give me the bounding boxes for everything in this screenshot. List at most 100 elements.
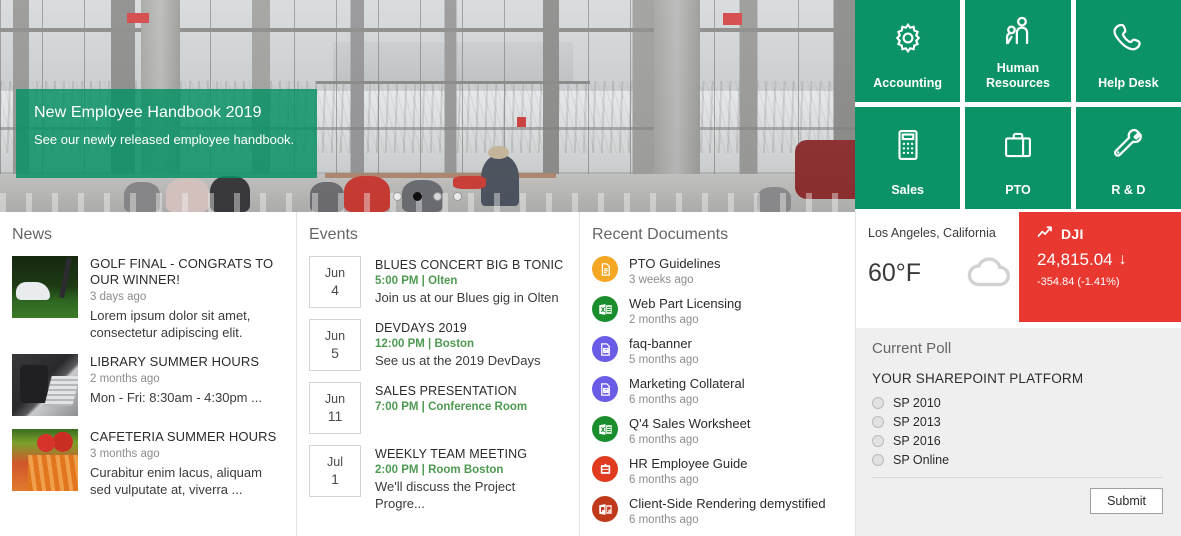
poll-option-label: SP Online	[893, 453, 950, 467]
event-month: Jul	[327, 454, 343, 469]
tile-r-and-d[interactable]: R & D	[1075, 107, 1181, 209]
carousel-dot[interactable]	[453, 192, 462, 201]
radio-button[interactable]	[872, 435, 884, 447]
poll-options: SP 2010 SP 2013 SP 2016 SP Online	[872, 396, 1163, 467]
document-item[interactable]: Web Part Licensing 2 months ago	[592, 296, 841, 328]
quick-links-tiles: Accounting Human Resources Help Desk Sal…	[855, 0, 1181, 212]
stock-symbol: DJI	[1061, 226, 1084, 242]
poll-option-sp-2016[interactable]: SP 2016	[872, 434, 1163, 448]
zip-icon	[592, 456, 618, 482]
poll-webpart: Current Poll YOUR SHAREPOINT PLATFORM SP…	[856, 328, 1181, 536]
carousel-dot-active[interactable]	[413, 192, 422, 201]
news-item[interactable]: GOLF FINAL - CONGRATS TO OUR WINNER! 3 d…	[12, 256, 282, 341]
radio-button[interactable]	[872, 397, 884, 409]
poll-option-label: SP 2013	[893, 415, 941, 429]
right-rail: Los Angeles, California 60°F DJI 24,815.…	[855, 212, 1181, 536]
weather-stock-row: Los Angeles, California 60°F DJI 24,815.…	[856, 212, 1181, 322]
tile-human-resources[interactable]: Human Resources	[965, 0, 1071, 102]
event-item[interactable]: Jun 11 SALES PRESENTATION 7:00 PM | Conf…	[309, 382, 565, 434]
carousel-dot[interactable]	[433, 192, 442, 201]
event-title[interactable]: BLUES CONCERT BIG B TONIC	[375, 257, 565, 273]
hero-subtitle: See our newly released employee handbook…	[34, 132, 295, 147]
news-item[interactable]: LIBRARY SUMMER HOURS 2 months ago Mon - …	[12, 354, 282, 416]
event-title[interactable]: SALES PRESENTATION	[375, 383, 565, 399]
poll-option-sp-online[interactable]: SP Online	[872, 453, 1163, 467]
tile-label: PTO	[1005, 183, 1031, 197]
document-item[interactable]: faq-banner 5 months ago	[592, 336, 841, 368]
poll-title: Current Poll	[872, 340, 952, 357]
events-webpart: Events Jun 4 BLUES CONCERT BIG B TONIC 5…	[296, 212, 579, 536]
wrench-icon	[1076, 107, 1181, 183]
document-title[interactable]: Marketing Collateral	[629, 376, 745, 392]
tile-pto[interactable]: PTO	[965, 107, 1071, 209]
event-item[interactable]: Jun 5 DEVDAYS 2019 12:00 PM | Boston See…	[309, 319, 565, 371]
cloud-icon	[963, 252, 1015, 295]
event-description: We'll discuss the Project Progre...	[375, 479, 516, 511]
document-title[interactable]: PTO Guidelines	[629, 256, 721, 272]
news-item-date: 3 days ago	[90, 291, 147, 303]
people-icon	[965, 0, 1070, 61]
hero-carousel[interactable]: New Employee Handbook 2019 See our newly…	[0, 0, 855, 212]
bottom-row: News GOLF FINAL - CONGRATS TO OUR WINNER…	[0, 212, 1181, 536]
intranet-portal-page: New Employee Handbook 2019 See our newly…	[0, 0, 1181, 536]
tile-accounting[interactable]: Accounting	[855, 0, 961, 102]
document-date: 2 months ago	[629, 314, 699, 326]
carousel-dot[interactable]	[393, 192, 402, 201]
tile-label: R & D	[1111, 183, 1146, 197]
excel-icon	[592, 296, 618, 322]
event-item[interactable]: Jul 1 WEEKLY TEAM MEETING 2:00 PM | Room…	[309, 445, 565, 512]
event-meta: 5:00 PM | Olten	[375, 275, 458, 287]
stock-change: -354.84 (-1.41%)	[1037, 276, 1120, 288]
event-date-badge: Jun 5	[309, 319, 361, 371]
top-row: New Employee Handbook 2019 See our newly…	[0, 0, 1181, 212]
document-title[interactable]: HR Employee Guide	[629, 456, 748, 472]
tile-label: Sales	[891, 183, 924, 197]
document-item[interactable]: HR Employee Guide 6 months ago	[592, 456, 841, 488]
tile-label: Help Desk	[1098, 76, 1159, 90]
document-item[interactable]: Client-Side Rendering demystified 6 mont…	[592, 496, 841, 528]
document-title[interactable]: Client-Side Rendering demystified	[629, 496, 826, 512]
event-month: Jun	[324, 328, 346, 343]
event-title[interactable]: WEEKLY TEAM MEETING	[375, 446, 565, 462]
document-item[interactable]: Marketing Collateral 6 months ago	[592, 376, 841, 408]
document-title[interactable]: Web Part Licensing	[629, 296, 742, 312]
event-title[interactable]: DEVDAYS 2019	[375, 320, 565, 336]
news-item-description: Curabitur enim lacus, aliquam sed vulput…	[90, 465, 262, 497]
weather-webpart[interactable]: Los Angeles, California 60°F	[856, 212, 1019, 322]
event-date-badge: Jul 1	[309, 445, 361, 497]
news-item-title[interactable]: CAFETERIA SUMMER HOURS	[90, 429, 282, 445]
event-day: 5	[331, 344, 339, 361]
document-date: 3 weeks ago	[629, 274, 694, 286]
phone-icon	[1076, 0, 1181, 76]
stock-ticker-webpart[interactable]: DJI 24,815.04 ↓ -354.84 (-1.41%)	[1019, 212, 1181, 322]
news-item-description: Lorem ipsum dolor sit amet, consectetur …	[90, 308, 251, 340]
golf-thumbnail	[12, 256, 78, 318]
document-title[interactable]: Q'4 Sales Worksheet	[629, 416, 750, 432]
document-title[interactable]: faq-banner	[629, 336, 699, 352]
document-item[interactable]: PTO Guidelines 3 weeks ago	[592, 256, 841, 288]
document-item[interactable]: Q'4 Sales Worksheet 6 months ago	[592, 416, 841, 448]
powerpoint-icon	[592, 496, 618, 522]
document-date: 6 months ago	[629, 434, 699, 446]
radio-button[interactable]	[872, 416, 884, 428]
tile-sales[interactable]: Sales	[855, 107, 961, 209]
poll-option-sp-2013[interactable]: SP 2013	[872, 415, 1163, 429]
carousel-indicators[interactable]	[0, 192, 855, 201]
news-item-title[interactable]: LIBRARY SUMMER HOURS	[90, 354, 282, 370]
hero-caption-overlay[interactable]: New Employee Handbook 2019 See our newly…	[16, 89, 317, 178]
radio-button[interactable]	[872, 454, 884, 466]
gear-icon	[855, 0, 960, 76]
news-item-title[interactable]: GOLF FINAL - CONGRATS TO OUR WINNER!	[90, 256, 282, 288]
event-item[interactable]: Jun 4 BLUES CONCERT BIG B TONIC 5:00 PM …	[309, 256, 565, 308]
news-item-date: 3 months ago	[90, 448, 160, 460]
tile-help-desk[interactable]: Help Desk	[1075, 0, 1181, 102]
document-date: 6 months ago	[629, 474, 699, 486]
event-date-badge: Jun 11	[309, 382, 361, 434]
excel-icon	[592, 416, 618, 442]
news-item[interactable]: CAFETERIA SUMMER HOURS 3 months ago Cura…	[12, 429, 282, 498]
submit-button[interactable]: Submit	[1090, 488, 1163, 514]
poll-option-sp-2010[interactable]: SP 2010	[872, 396, 1163, 410]
tile-label: Accounting	[873, 76, 943, 90]
event-month: Jun	[324, 391, 346, 406]
news-item-description: Mon - Fri: 8:30am - 4:30pm ...	[90, 390, 262, 405]
